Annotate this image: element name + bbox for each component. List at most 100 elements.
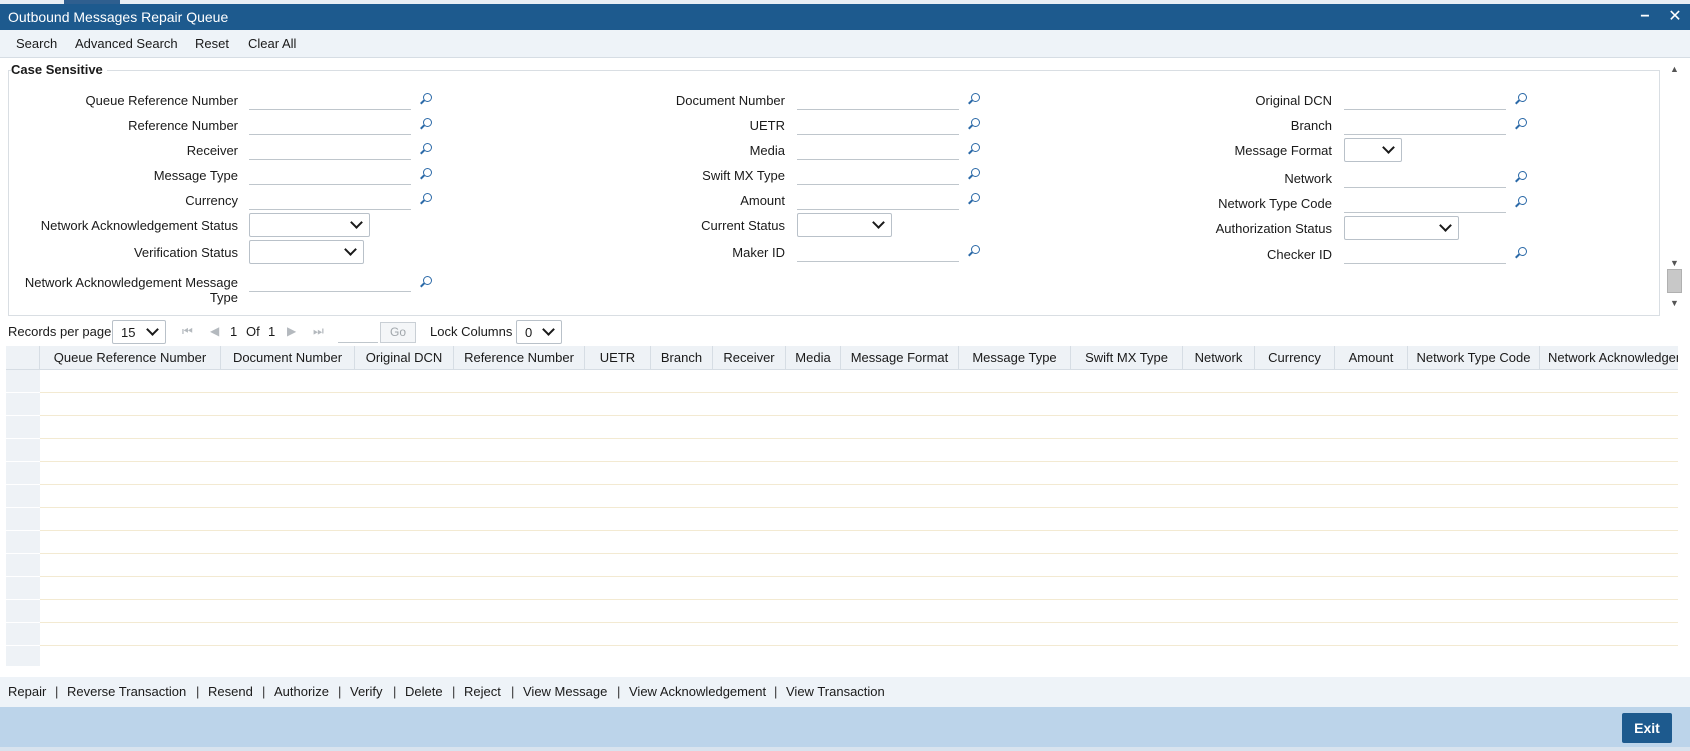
records-per-page-select[interactable]: 15 bbox=[112, 320, 166, 344]
row-selector[interactable] bbox=[6, 531, 40, 554]
table-row[interactable] bbox=[40, 485, 1678, 508]
maker-id-input[interactable] bbox=[797, 241, 959, 262]
last-page-icon[interactable]: ⏭ bbox=[313, 324, 324, 339]
verification-status-select[interactable] bbox=[249, 240, 364, 264]
column-header[interactable]: Network Acknowledgem bbox=[1540, 346, 1678, 370]
row-selector[interactable] bbox=[6, 646, 40, 666]
column-header[interactable]: Receiver bbox=[713, 346, 786, 370]
table-row[interactable] bbox=[40, 623, 1678, 646]
next-page-icon[interactable]: ▶ bbox=[287, 324, 296, 338]
currency-input[interactable] bbox=[249, 189, 411, 210]
exit-button[interactable]: Exit bbox=[1622, 713, 1672, 743]
original-dcn-input[interactable] bbox=[1344, 89, 1506, 110]
network-type-code-input[interactable] bbox=[1344, 192, 1506, 213]
column-header[interactable]: Reference Number bbox=[454, 346, 585, 370]
column-header[interactable]: Queue Reference Number bbox=[40, 346, 221, 370]
search-icon[interactable] bbox=[968, 118, 980, 130]
table-row[interactable] bbox=[40, 508, 1678, 531]
panel-scrollbar[interactable]: ▲ ▼ ▼ bbox=[1665, 62, 1683, 316]
network-ack-status-select[interactable] bbox=[249, 213, 370, 237]
receiver-input[interactable] bbox=[249, 139, 411, 160]
row-selector[interactable] bbox=[6, 462, 40, 485]
branch-input[interactable] bbox=[1344, 114, 1506, 135]
column-header[interactable]: Media bbox=[786, 346, 841, 370]
scroll-down-small-icon[interactable]: ▼ bbox=[1670, 298, 1679, 308]
page-number-input[interactable] bbox=[338, 323, 378, 343]
authorization-status-select[interactable] bbox=[1344, 216, 1459, 240]
network-ack-message-type-input[interactable] bbox=[249, 271, 411, 292]
document-number-input[interactable] bbox=[797, 89, 959, 110]
scroll-down-icon[interactable]: ▼ bbox=[1670, 258, 1679, 268]
message-type-input[interactable] bbox=[249, 164, 411, 185]
table-row[interactable] bbox=[40, 416, 1678, 439]
column-header[interactable]: Currency bbox=[1255, 346, 1335, 370]
reset-button[interactable]: Reset bbox=[195, 36, 229, 51]
previous-page-icon[interactable]: ◀ bbox=[210, 324, 219, 338]
current-status-select[interactable] bbox=[797, 213, 892, 237]
search-icon[interactable] bbox=[420, 93, 432, 105]
table-row[interactable] bbox=[40, 439, 1678, 462]
select-all-header[interactable] bbox=[6, 346, 40, 370]
scroll-up-icon[interactable]: ▲ bbox=[1670, 64, 1679, 74]
repair-button[interactable]: Repair bbox=[8, 684, 46, 699]
search-button[interactable]: Search bbox=[16, 36, 57, 51]
view-transaction-button[interactable]: View Transaction bbox=[786, 684, 885, 699]
search-icon[interactable] bbox=[420, 193, 432, 205]
row-selector[interactable] bbox=[6, 554, 40, 577]
row-selector[interactable] bbox=[6, 370, 40, 393]
table-row[interactable] bbox=[40, 600, 1678, 623]
row-selector[interactable] bbox=[6, 623, 40, 646]
table-row[interactable] bbox=[40, 462, 1678, 485]
row-selector[interactable] bbox=[6, 439, 40, 462]
row-selector[interactable] bbox=[6, 508, 40, 531]
table-row[interactable] bbox=[40, 370, 1678, 393]
first-page-icon[interactable]: ⏮ bbox=[182, 324, 193, 339]
search-icon[interactable] bbox=[968, 193, 980, 205]
swift-mx-type-input[interactable] bbox=[797, 164, 959, 185]
search-icon[interactable] bbox=[1515, 118, 1527, 130]
table-row[interactable] bbox=[40, 646, 1678, 666]
lock-columns-select[interactable]: 0 bbox=[516, 320, 562, 344]
row-selector[interactable] bbox=[6, 485, 40, 508]
search-icon[interactable] bbox=[1515, 196, 1527, 208]
uetr-input[interactable] bbox=[797, 114, 959, 135]
minimize-button[interactable]: − bbox=[1634, 4, 1656, 30]
search-icon[interactable] bbox=[968, 168, 980, 180]
column-header[interactable]: Original DCN bbox=[355, 346, 454, 370]
search-icon[interactable] bbox=[1515, 171, 1527, 183]
search-icon[interactable] bbox=[968, 245, 980, 257]
search-icon[interactable] bbox=[1515, 247, 1527, 259]
column-header[interactable]: Swift MX Type bbox=[1071, 346, 1183, 370]
column-header[interactable]: Message Format bbox=[841, 346, 959, 370]
network-input[interactable] bbox=[1344, 167, 1506, 188]
search-icon[interactable] bbox=[968, 143, 980, 155]
media-input[interactable] bbox=[797, 139, 959, 160]
search-icon[interactable] bbox=[420, 143, 432, 155]
reject-button[interactable]: Reject bbox=[464, 684, 501, 699]
amount-input[interactable] bbox=[797, 189, 959, 210]
close-icon[interactable]: ✕ bbox=[1664, 4, 1686, 30]
column-header[interactable]: Document Number bbox=[221, 346, 355, 370]
table-row[interactable] bbox=[40, 577, 1678, 600]
go-button[interactable]: Go bbox=[380, 322, 416, 343]
table-row[interactable] bbox=[40, 393, 1678, 416]
resend-button[interactable]: Resend bbox=[208, 684, 253, 699]
row-selector[interactable] bbox=[6, 416, 40, 439]
clear-all-button[interactable]: Clear All bbox=[248, 36, 296, 51]
table-row[interactable] bbox=[40, 554, 1678, 577]
column-header[interactable]: UETR bbox=[585, 346, 651, 370]
authorize-button[interactable]: Authorize bbox=[274, 684, 329, 699]
table-row[interactable] bbox=[40, 531, 1678, 554]
delete-button[interactable]: Delete bbox=[405, 684, 443, 699]
row-selector[interactable] bbox=[6, 393, 40, 416]
search-icon[interactable] bbox=[968, 93, 980, 105]
row-selector[interactable] bbox=[6, 577, 40, 600]
view-message-button[interactable]: View Message bbox=[523, 684, 607, 699]
row-selector[interactable] bbox=[6, 600, 40, 623]
message-format-select[interactable] bbox=[1344, 138, 1402, 162]
search-icon[interactable] bbox=[420, 276, 432, 288]
reference-number-input[interactable] bbox=[249, 114, 411, 135]
search-icon[interactable] bbox=[420, 168, 432, 180]
verify-button[interactable]: Verify bbox=[350, 684, 383, 699]
search-icon[interactable] bbox=[1515, 93, 1527, 105]
